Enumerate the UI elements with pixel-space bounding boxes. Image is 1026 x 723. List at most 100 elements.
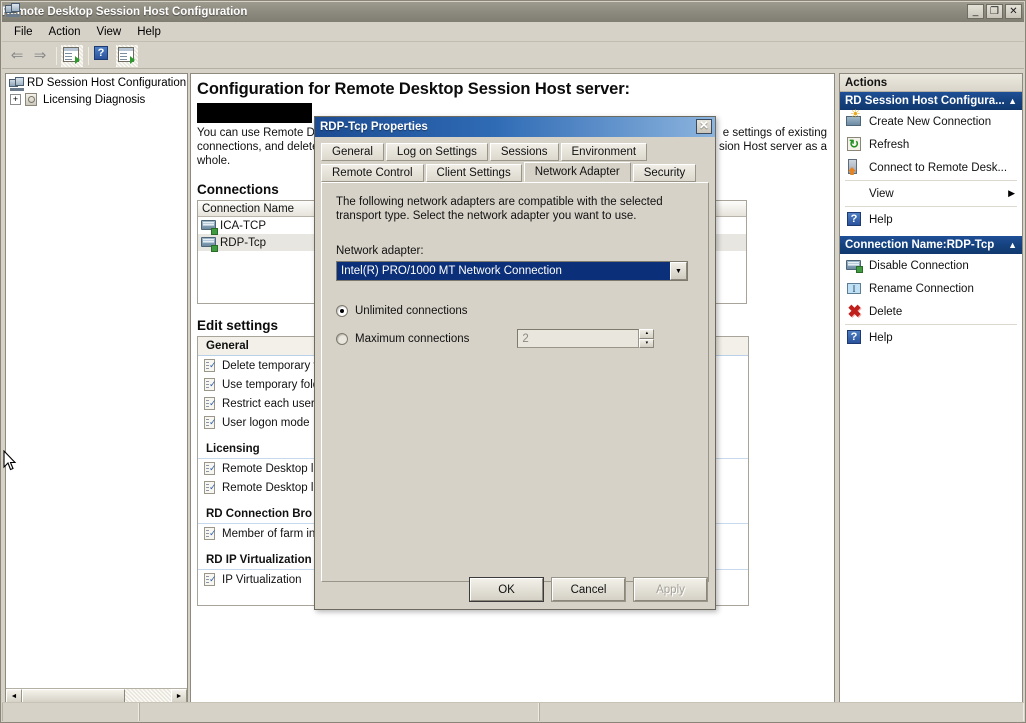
menu-action[interactable]: Action <box>41 24 89 40</box>
rdp-tcp-properties-dialog: RDP-Tcp Properties ✕ General Log on Sett… <box>314 116 716 610</box>
minimize-button[interactable]: _ <box>967 4 984 19</box>
page-title: Configuration for Remote Desktop Session… <box>197 80 630 98</box>
menu-file[interactable]: File <box>6 24 41 40</box>
show-hide-console-tree-button[interactable] <box>61 44 83 67</box>
actions-pane: Actions RD Session Host Configura... ▲ C… <box>839 73 1023 705</box>
help-icon: ? <box>846 329 863 346</box>
close-button[interactable]: ✕ <box>1005 4 1022 19</box>
connection-name-label: ICA-TCP <box>220 219 266 232</box>
scroll-thumb[interactable] <box>22 689 125 703</box>
radio-maximum-label: Maximum connections <box>355 332 470 345</box>
status-cell-1 <box>2 703 139 721</box>
tab-sessions[interactable]: Sessions <box>489 143 559 161</box>
action-refresh[interactable]: ↻ Refresh <box>840 133 1022 156</box>
action-label: Connect to Remote Desk... <box>869 161 1008 174</box>
intro-right-1: e settings of existing <box>722 127 827 139</box>
refresh-icon: ↻ <box>847 137 861 151</box>
tree-expander-icon[interactable]: + <box>10 94 21 105</box>
window-titlebar[interactable]: Remote Desktop Session Host Configuratio… <box>2 2 1024 22</box>
tree-item-rdsh-config[interactable]: RD Session Host Configuration: <box>6 74 187 91</box>
menu-view[interactable]: View <box>89 24 130 40</box>
unlimited-connections-row[interactable]: Unlimited connections <box>336 305 694 317</box>
menu-help[interactable]: Help <box>129 24 169 40</box>
action-label: Disable Connection <box>869 259 969 272</box>
tree-item-licensing-diagnosis[interactable]: + Licensing Diagnosis <box>6 91 187 108</box>
restore-button[interactable]: ❐ <box>986 4 1003 19</box>
action-view[interactable]: View ▶ <box>840 182 1022 205</box>
network-adapter-label: Network adapter: <box>336 245 424 257</box>
tab-remote-control[interactable]: Remote Control <box>321 164 424 182</box>
ok-button[interactable]: OK <box>469 577 544 602</box>
new-connection-icon <box>846 108 863 130</box>
toolbar-separator-2 <box>88 46 89 65</box>
main-window: Remote Desktop Session Host Configuratio… <box>0 0 1026 723</box>
dialog-titlebar[interactable]: RDP-Tcp Properties ✕ <box>315 117 715 137</box>
setting-icon <box>204 415 217 430</box>
toolbar: ⇐ ⇒ ? <box>2 43 1024 69</box>
network-adapter-selected-value: Intel(R) PRO/1000 MT Network Connection <box>337 262 670 280</box>
radio-unlimited-label: Unlimited connections <box>355 305 468 317</box>
max-connections-input[interactable]: 2 <box>517 329 640 348</box>
spinner-up-icon[interactable]: ▴ <box>639 329 655 339</box>
dialog-close-button[interactable]: ✕ <box>696 119 712 134</box>
disable-connection-icon <box>846 257 863 274</box>
actions-separator <box>845 206 1017 207</box>
rdsh-node-icon <box>8 75 24 91</box>
tab-general[interactable]: General <box>321 143 384 161</box>
chevron-down-icon[interactable]: ▼ <box>670 262 687 280</box>
action-delete[interactable]: ✖ Delete <box>840 300 1022 323</box>
apply-button: Apply <box>633 577 708 602</box>
setting-label: User logon mode <box>222 416 310 429</box>
tab-client-settings[interactable]: Client Settings <box>425 164 522 182</box>
setting-label: Delete temporary fol <box>222 359 326 372</box>
intro-left-3: whole. <box>197 155 231 167</box>
action-help-2[interactable]: ? Help <box>840 326 1022 349</box>
help-button[interactable]: ? <box>93 45 115 67</box>
spinner-buttons[interactable]: ▴ ▾ <box>639 329 655 348</box>
action-connect-to-remote-desktop[interactable]: Connect to Remote Desk... <box>840 156 1022 179</box>
column-connection-name[interactable]: Connection Name <box>202 200 321 217</box>
network-adapter-select[interactable]: Intel(R) PRO/1000 MT Network Connection … <box>336 261 688 281</box>
setting-icon <box>204 396 217 411</box>
connection-name-label: RDP-Tcp <box>220 236 267 249</box>
dialog-title: RDP-Tcp Properties <box>320 121 428 133</box>
window-controls: _ ❐ ✕ <box>967 4 1022 19</box>
chevron-right-icon[interactable]: ▶ <box>1008 188 1015 199</box>
licensing-key-icon <box>24 92 40 107</box>
forward-button[interactable]: ⇒ <box>29 45 51 67</box>
action-help-1[interactable]: ? Help <box>840 208 1022 231</box>
setting-icon <box>204 480 217 495</box>
back-button[interactable]: ⇐ <box>6 45 28 67</box>
forward-arrow-icon: ⇒ <box>33 47 47 64</box>
radio-maximum-connections[interactable] <box>336 332 348 345</box>
chevron-up-icon[interactable]: ▲ <box>1008 96 1017 106</box>
action-create-new-connection[interactable]: Create New Connection <box>840 108 1022 133</box>
tab-network-adapter[interactable]: Network Adapter <box>523 162 631 182</box>
export-list-button[interactable] <box>116 44 138 67</box>
setting-icon <box>204 526 217 541</box>
dialog-button-row: OK Cancel Apply <box>469 577 708 602</box>
toolbar-separator-1 <box>56 46 57 65</box>
tab-security[interactable]: Security <box>632 164 697 182</box>
action-rename-connection[interactable]: I Rename Connection <box>840 277 1022 300</box>
server-name-redaction <box>197 103 312 123</box>
actions-separator <box>845 324 1017 325</box>
tab-environment[interactable]: Environment <box>560 143 648 161</box>
adapter-description: The following network adapters are compa… <box>336 196 663 222</box>
action-label: Delete <box>869 305 903 318</box>
max-connections-stepper[interactable]: 2 ▴ ▾ <box>517 329 655 348</box>
radio-unlimited-connections[interactable] <box>336 305 348 317</box>
delete-icon: ✖ <box>847 301 862 321</box>
tab-log-on-settings[interactable]: Log on Settings <box>385 143 488 161</box>
intro-left-2: connections, and delete <box>197 141 319 153</box>
actions-group-connection-rdp-tcp[interactable]: Connection Name:RDP-Tcp ▲ <box>840 236 1022 254</box>
window-title: Remote Desktop Session Host Configuratio… <box>2 6 248 18</box>
chevron-up-icon[interactable]: ▲ <box>1008 240 1017 250</box>
connect-remote-icon <box>846 159 863 176</box>
actions-group-rdsh-config[interactable]: RD Session Host Configura... ▲ <box>840 92 1022 110</box>
status-cell-3 <box>539 703 1024 721</box>
action-disable-connection[interactable]: Disable Connection <box>840 254 1022 277</box>
spinner-down-icon[interactable]: ▾ <box>639 338 655 348</box>
cancel-button[interactable]: Cancel <box>551 577 626 602</box>
maximum-connections-row[interactable]: Maximum connections 2 ▴ ▾ <box>336 329 694 348</box>
